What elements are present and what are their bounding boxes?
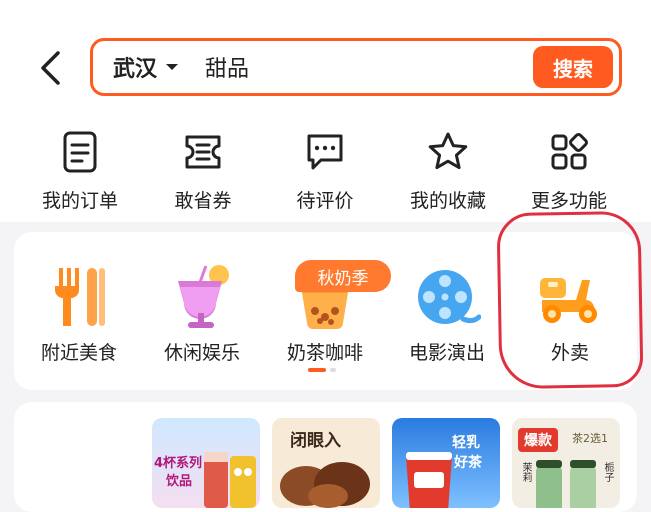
quick-links-row: 我的订单 敢省券 待评价 我的收藏 更多功能	[0, 128, 651, 218]
hot-badge: 爆款	[518, 428, 558, 452]
quick-link-label: 更多功能	[530, 190, 607, 212]
coupon-icon	[185, 135, 221, 169]
search-input[interactable]	[205, 54, 533, 80]
quick-link-favorites[interactable]: 我的收藏	[393, 128, 503, 213]
search-bar: 武汉 搜索	[90, 38, 622, 96]
fork-icon	[55, 268, 105, 326]
quick-link-label: 待评价	[296, 190, 354, 212]
promo-thumb-drinks[interactable]: 4杯系列 饮品	[152, 418, 260, 508]
category-leisure[interactable]: 休闲娱乐	[147, 262, 257, 365]
tea-bottles-image	[536, 460, 596, 508]
category-label: 外卖	[550, 342, 589, 364]
top-section: 武汉 搜索 我的订单	[0, 0, 651, 222]
scooter-icon	[540, 278, 597, 323]
quick-link-label: 我的订单	[41, 190, 118, 212]
quick-link-coupons[interactable]: 敢省券	[148, 128, 258, 213]
quick-link-label: 我的收藏	[409, 190, 486, 212]
caret-down-icon	[165, 62, 179, 72]
promo-card: 4杯系列 饮品 闭眼入 轻乳 好茶 爆款 茶2选1 茉莉 栀子	[14, 402, 637, 512]
category-movies[interactable]: 电影演出	[392, 262, 502, 365]
drink-cups-image	[204, 452, 256, 508]
promo-thumb-tea-pair[interactable]: 爆款 茶2选1 茉莉 栀子	[512, 418, 620, 508]
promo-text: 闭眼入	[290, 431, 341, 451]
quick-link-reviews[interactable]: 待评价	[270, 128, 380, 213]
category-card: 附近美食 休闲娱乐 奶茶咖啡 电影演出 外卖	[14, 232, 637, 390]
promo-text: 茉莉	[520, 462, 531, 482]
chevron-left-icon	[41, 51, 60, 85]
category-label: 附近美食	[40, 342, 117, 364]
promo-text: 茶2选1	[572, 432, 608, 445]
promo-thumb-snack[interactable]: 闭眼入	[272, 418, 380, 508]
star-icon	[428, 132, 468, 170]
back-button[interactable]	[30, 48, 70, 88]
promo-text: 饮品	[166, 474, 193, 489]
promo-text: 栀子	[602, 462, 613, 482]
comment-icon	[307, 134, 343, 170]
quick-link-more[interactable]: 更多功能	[514, 128, 624, 213]
category-label: 奶茶咖啡	[286, 342, 363, 364]
category-label: 电影演出	[408, 342, 485, 364]
grid-icon	[551, 133, 588, 170]
tea-cup-image	[406, 452, 452, 508]
film-reel-icon	[418, 270, 481, 324]
braised-food-image	[280, 462, 370, 508]
cocktail-icon	[178, 265, 229, 328]
category-nearby-food[interactable]: 附近美食	[24, 262, 134, 365]
pager-dot	[330, 368, 336, 372]
promo-text: 4杯系列	[154, 456, 203, 471]
search-button[interactable]: 搜索	[533, 46, 613, 88]
city-label: 武汉	[113, 57, 158, 82]
quick-link-orders[interactable]: 我的订单	[25, 128, 135, 213]
pager-dots	[308, 368, 336, 372]
season-badge: 秋奶季	[295, 260, 391, 292]
quick-link-label: 敢省券	[174, 190, 232, 212]
category-label: 休闲娱乐	[163, 342, 240, 364]
pager-dot-active	[308, 368, 326, 372]
order-list-icon	[63, 131, 97, 173]
city-selector[interactable]: 武汉	[113, 51, 179, 83]
promo-thumb-milk-tea[interactable]: 轻乳 好茶	[392, 418, 500, 508]
category-takeout[interactable]: 外卖	[515, 262, 625, 365]
